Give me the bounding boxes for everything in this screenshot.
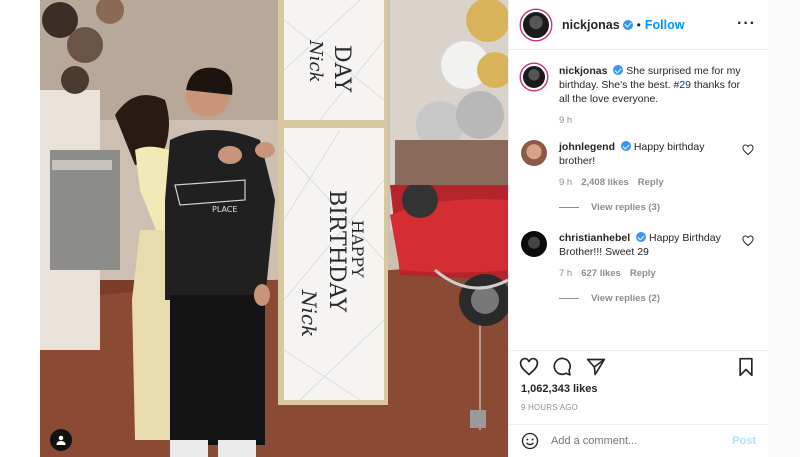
comment-meta: 7 h 627 likes Reply [559,268,743,279]
more-options-icon[interactable]: ··· [737,15,756,33]
heart-icon[interactable] [519,357,539,377]
banner-top-text: DAY [329,45,354,93]
comment-likes[interactable]: 2,408 likes [581,177,629,188]
comment-time[interactable]: 7 h [559,268,572,279]
view-replies-button[interactable]: View replies (3) [559,202,756,213]
post-actions [509,350,768,380]
banner-top-script: Nick [305,39,326,83]
reply-button[interactable]: Reply [638,177,664,188]
view-replies-label: View replies (3) [591,202,660,213]
author-username[interactable]: nickjonas [562,18,620,32]
comment-text: christianhebel Happy Birthday Brother!!!… [559,231,743,259]
banner-happy-text: HAPPY [348,220,367,278]
comment-icon[interactable] [552,357,572,377]
comment-text: johnlegend Happy birthday brother! [559,140,743,168]
comment-heart-icon[interactable] [742,235,754,247]
banner-main-script: Nick [297,289,321,337]
comment-item: johnlegend Happy birthday brother! 9 h 2… [521,140,756,188]
comment-heart-icon[interactable] [742,144,754,156]
comment-item: christianhebel Happy Birthday Brother!!!… [521,231,756,279]
user-tag-button[interactable] [50,429,72,451]
user-tag-icon [56,435,66,445]
emoji-icon[interactable] [521,432,539,450]
comment-username[interactable]: johnlegend [559,141,615,153]
banner-birthday-text: BIRTHDAY [324,190,349,313]
share-icon[interactable] [586,357,606,377]
header-separator: • [636,17,641,32]
likes-count[interactable]: 1,062,343 likes [521,383,597,395]
author-avatar[interactable] [521,9,551,40]
comment-likes[interactable]: 627 likes [581,268,621,279]
shirt-text: PLACE [212,205,237,214]
comment-composer: Post [509,424,768,457]
view-replies-button[interactable]: View replies (2) [559,293,756,304]
caption-time[interactable]: 9 h [559,115,572,126]
verified-badge-icon [636,232,647,242]
replies-divider [559,298,579,299]
comments-list[interactable]: nickjonas She surprised me for my birthd… [509,50,768,350]
caption-text: nickjonas She surprised me for my birthd… [559,64,743,106]
comment-meta: 9 h 2,408 likes Reply [559,177,743,188]
post-timestamp[interactable]: 9 HOURS AGO [521,403,578,412]
caption-avatar[interactable] [521,64,547,90]
comment-input[interactable] [551,435,733,447]
comment-avatar[interactable] [521,140,547,166]
verified-badge-icon [620,141,631,151]
comment-username[interactable]: christianhebel [559,232,630,244]
caption-meta: 9 h [559,115,743,126]
post-sidebar: nickjonas • Follow ··· nickjonas She sur… [508,0,768,457]
verified-badge-icon [622,19,633,30]
comment-avatar[interactable] [521,231,547,257]
comment-time[interactable]: 9 h [559,177,572,188]
post-comment-button[interactable]: Post [732,435,756,447]
caption-hashtag[interactable]: #29 [673,79,691,91]
post-photo[interactable]: DAY Nick HAPPY BIRTHDAY Nick PLACE [40,0,508,457]
verified-badge-icon [613,65,624,75]
bookmark-icon[interactable] [736,357,756,377]
follow-button[interactable]: Follow [645,18,685,32]
reply-button[interactable]: Reply [630,268,656,279]
replies-divider [559,207,579,208]
caption-username[interactable]: nickjonas [559,65,607,77]
view-replies-label: View replies (2) [591,293,660,304]
page-margin [768,0,800,457]
photo-image: DAY Nick HAPPY BIRTHDAY Nick PLACE [40,0,508,457]
post-header: nickjonas • Follow ··· [509,0,768,50]
caption: nickjonas She surprised me for my birthd… [521,64,756,126]
